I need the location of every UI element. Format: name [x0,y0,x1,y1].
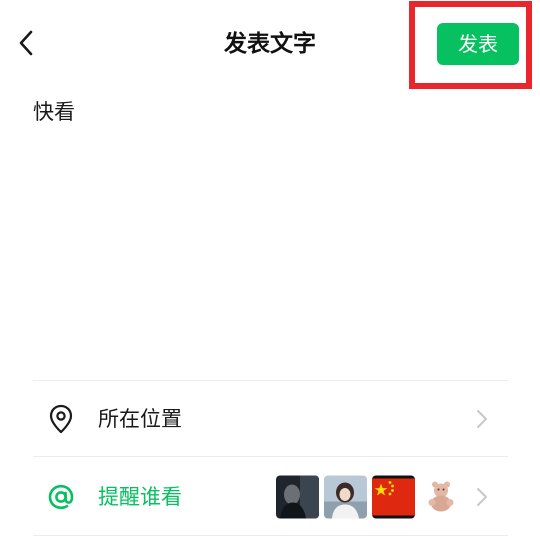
publish-button[interactable]: 发表 [437,23,519,65]
post-text-input[interactable]: 快看 [33,96,75,128]
location-label: 所在位置 [98,407,182,431]
avatar [276,475,319,519]
divider [33,535,508,536]
publish-text-page: 发表文字 发表 快看 所在位置 提醒谁看 [0,0,540,539]
location-row[interactable]: 所在位置 [33,383,508,455]
divider [33,456,508,457]
avatar [420,475,463,519]
chevron-right-icon [476,487,488,507]
mention-row[interactable]: 提醒谁看 [33,461,508,533]
mentioned-avatars [276,475,463,519]
avatar [372,475,415,519]
chevron-right-icon [476,409,488,429]
divider [33,380,508,381]
mention-label: 提醒谁看 [98,485,182,509]
at-icon [47,481,75,513]
map-pin-icon [47,403,75,435]
avatar [324,475,367,519]
